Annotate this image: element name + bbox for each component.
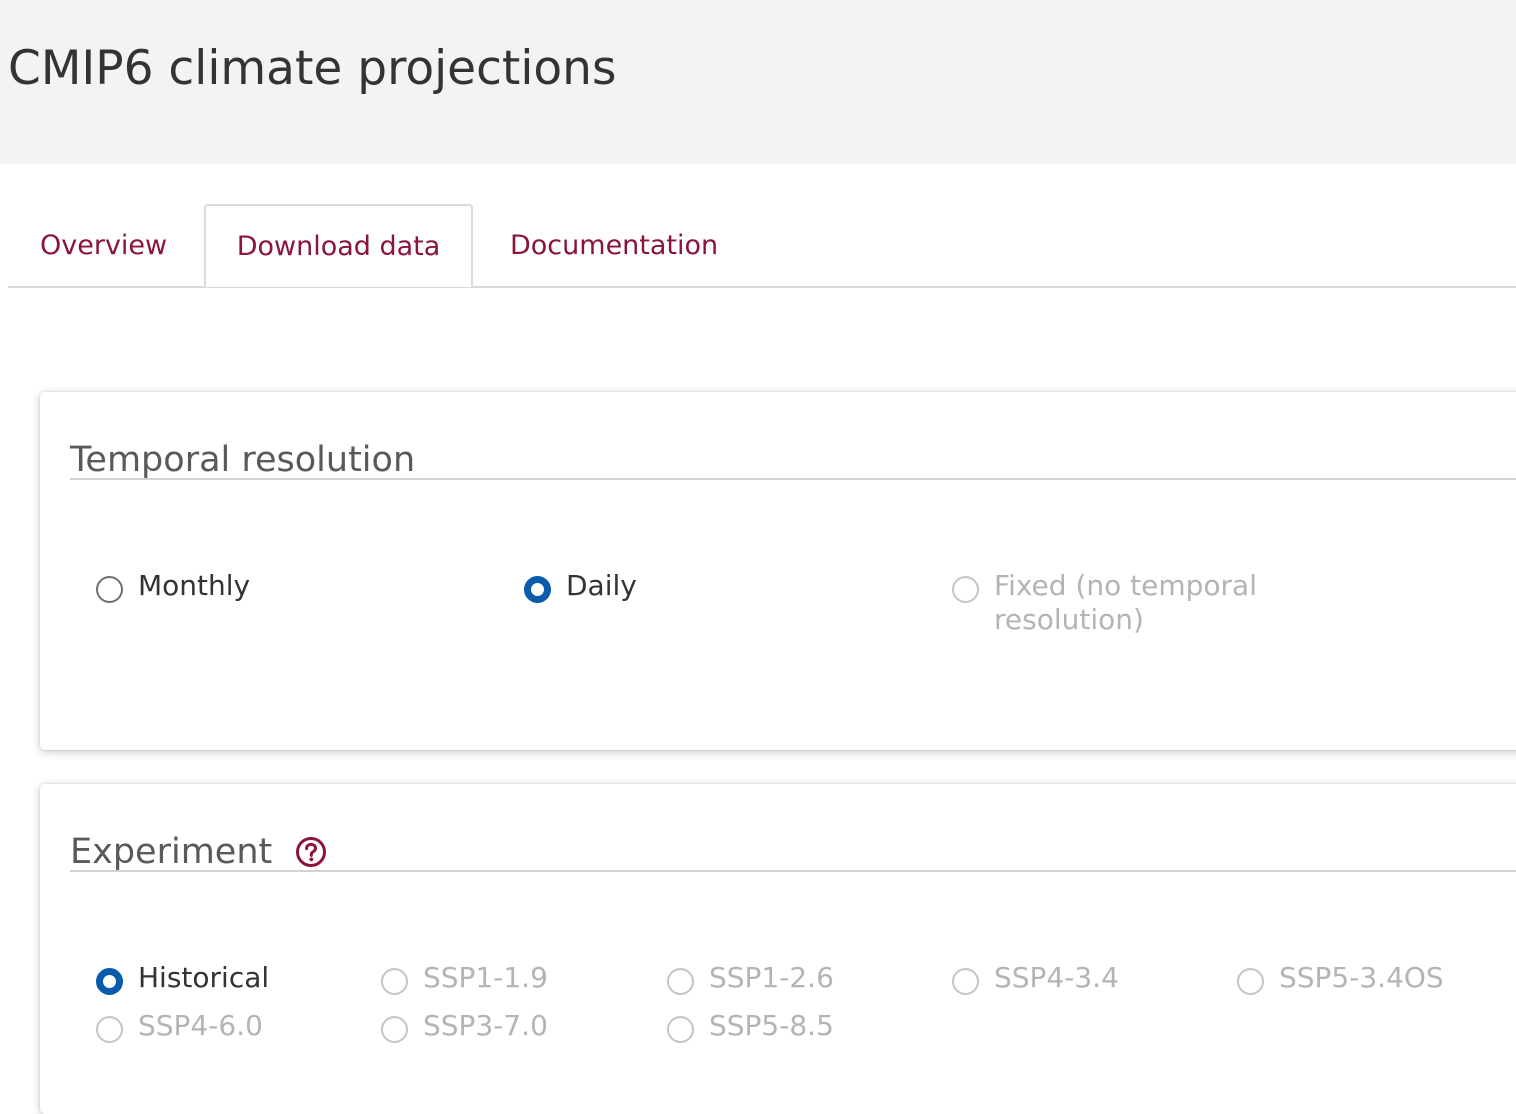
option-label: Monthly bbox=[138, 569, 251, 602]
radio-historical[interactable] bbox=[96, 968, 123, 995]
temporal-resolution-title: Temporal resolution bbox=[70, 440, 416, 480]
page-title: CMIP6 climate projections bbox=[8, 41, 617, 96]
option-label: SSP5-8.5 bbox=[709, 1009, 834, 1042]
page-header: CMIP6 climate projections bbox=[0, 0, 1516, 164]
radio-ssp3-7-0 bbox=[381, 1016, 408, 1043]
radio-daily[interactable] bbox=[524, 576, 551, 603]
option-label: SSP1-2.6 bbox=[709, 961, 834, 994]
radio-ssp4-3-4 bbox=[952, 968, 979, 995]
radio-ssp5-8-5 bbox=[667, 1016, 694, 1043]
option-label: SSP3-7.0 bbox=[423, 1009, 548, 1042]
panel-divider bbox=[70, 870, 1516, 872]
experiment-panel: Experiment Historical SSP1-1.9 SSP1-2.6 … bbox=[40, 784, 1516, 1114]
tab-overview[interactable]: Overview bbox=[40, 205, 167, 286]
experiment-title: Experiment bbox=[70, 832, 273, 872]
option-label: SSP4-6.0 bbox=[138, 1009, 263, 1042]
tab-documentation[interactable]: Documentation bbox=[510, 205, 718, 286]
radio-ssp1-2-6 bbox=[667, 968, 694, 995]
radio-ssp1-1-9 bbox=[381, 968, 408, 995]
question-circle-icon[interactable] bbox=[295, 836, 327, 868]
radio-ssp5-3-4os bbox=[1237, 968, 1264, 995]
option-label: SSP4-3.4 bbox=[994, 961, 1119, 994]
temporal-resolution-panel: Temporal resolution Monthly Daily Fixed … bbox=[40, 392, 1516, 750]
option-label-line2: resolution) bbox=[994, 603, 1144, 636]
option-label: Fixed (no temporal resolution) bbox=[994, 569, 1257, 637]
option-label: Historical bbox=[138, 961, 270, 994]
option-label-line1: Fixed (no temporal bbox=[994, 569, 1257, 602]
radio-monthly[interactable] bbox=[96, 576, 123, 603]
radio-ssp4-6-0 bbox=[96, 1016, 123, 1043]
option-label: Daily bbox=[566, 569, 637, 602]
radio-fixed bbox=[952, 576, 979, 603]
option-label: SSP5-3.4OS bbox=[1279, 961, 1444, 994]
panel-divider bbox=[70, 478, 1516, 480]
tab-download-data[interactable]: Download data bbox=[204, 204, 473, 287]
option-label: SSP1-1.9 bbox=[423, 961, 548, 994]
